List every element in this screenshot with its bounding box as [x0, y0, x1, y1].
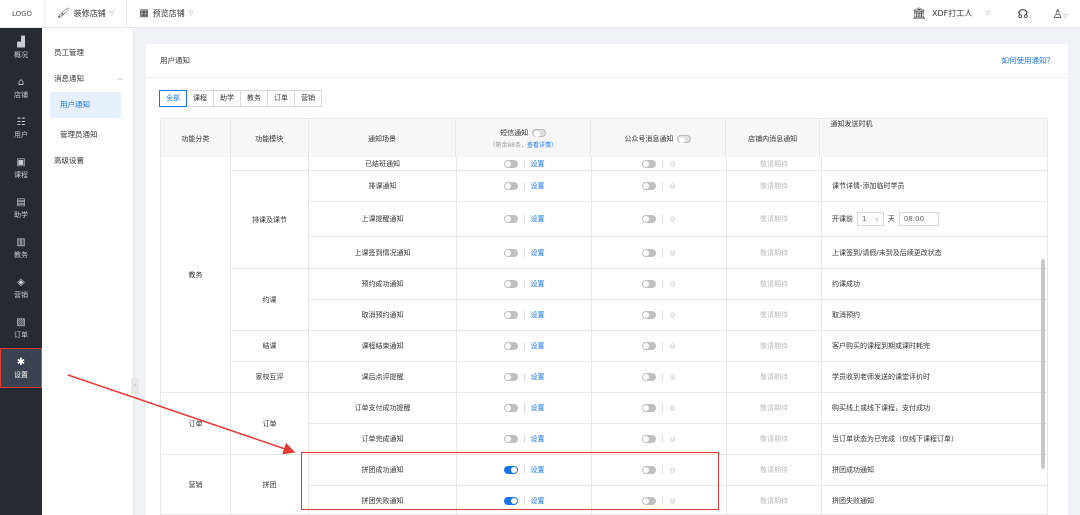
tab-all[interactable]: 全部	[159, 90, 187, 107]
annotation-arrow	[67, 374, 296, 455]
